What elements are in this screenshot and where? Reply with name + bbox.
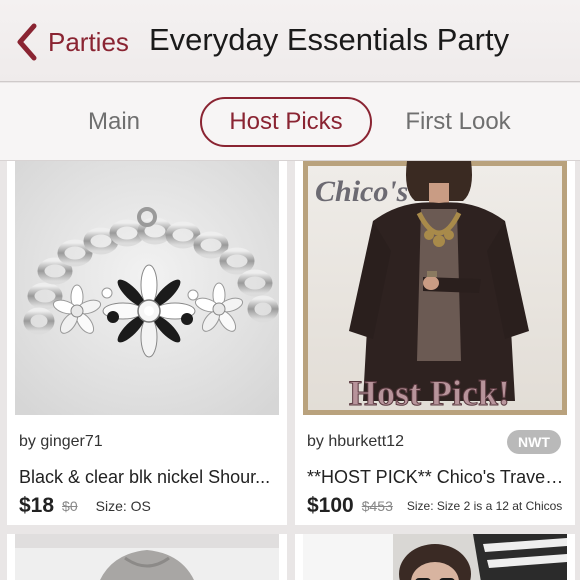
listing-title[interactable]: Black & clear blk nickel Shour... (19, 467, 279, 488)
listing-photo[interactable]: Chico's Host Pick! (303, 161, 567, 415)
listing-card[interactable]: by ginger71 Black & clear blk nickel Sho… (7, 161, 287, 525)
listing-title[interactable]: **HOST PICK** Chico's Travele... (307, 467, 567, 488)
price-row: $100 $453 Size: Size 2 is a 12 at Chicos (307, 491, 562, 521)
tab-main[interactable]: Main (70, 97, 158, 147)
cardigan-image: Chico's Host Pick! (303, 161, 567, 415)
original-price: $453 (361, 498, 393, 514)
nwt-badge: NWT (507, 430, 561, 454)
size-label: Size: OS (95, 498, 151, 514)
seller-line: by ginger71 (19, 433, 103, 451)
by-prefix: by (19, 433, 36, 450)
bracelet-image (15, 161, 279, 415)
tab-host-picks[interactable]: Host Picks (200, 97, 372, 147)
listing-card[interactable] (295, 534, 575, 580)
host-pick-text: Host Pick! (349, 373, 510, 413)
nav-header: Parties Everyday Essentials Party (0, 0, 580, 82)
price: $100 (307, 494, 354, 517)
chevron-left-icon (17, 23, 37, 61)
by-prefix: by (307, 433, 324, 450)
seller-username[interactable]: hburkett12 (328, 433, 404, 450)
tab-first-look[interactable]: First Look (392, 97, 524, 147)
price-row: $18 $0 Size: OS (19, 491, 151, 521)
back-label: Parties (48, 26, 129, 57)
brand-text: Chico's (315, 175, 408, 208)
listing-card[interactable]: Chico's Host Pick! by hburkett12 NWT **H… (295, 161, 575, 525)
sunglasses-photo (303, 534, 567, 580)
back-button[interactable]: Parties (12, 20, 129, 64)
listing-photo[interactable] (303, 534, 567, 580)
size-label: Size: Size 2 is a 12 at Chicos (406, 499, 563, 513)
listing-photo[interactable] (15, 161, 279, 415)
listing-photo[interactable] (15, 534, 279, 580)
listing-card[interactable] (7, 534, 287, 580)
price: $18 (19, 494, 55, 517)
sweater-image (15, 534, 279, 580)
tab-bar: Main Host Picks First Look (0, 83, 580, 161)
page-title: Everyday Essentials Party (149, 22, 510, 57)
seller-username[interactable]: ginger71 (40, 433, 102, 450)
original-price: $0 (62, 498, 78, 514)
seller-line: by hburkett12 (307, 433, 404, 451)
